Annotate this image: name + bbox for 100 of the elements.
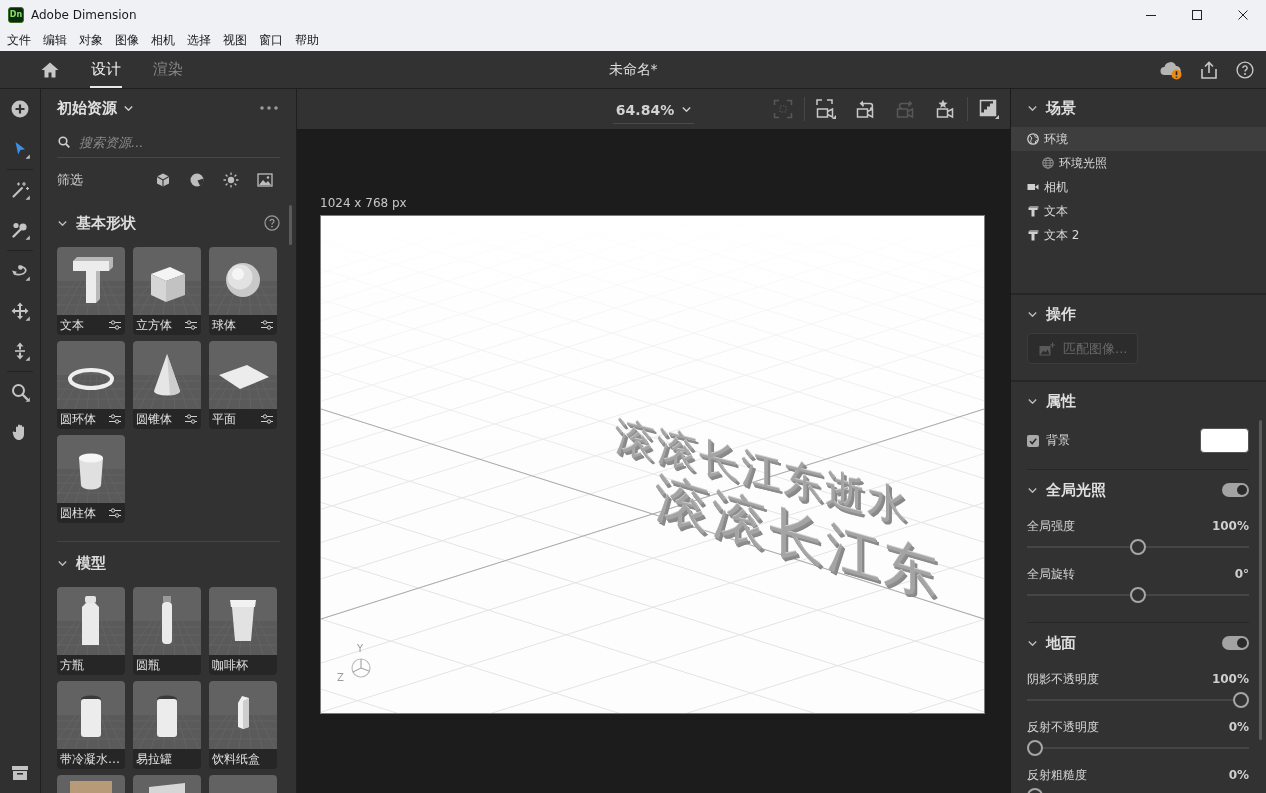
more-icon[interactable] (260, 106, 278, 110)
scrollbar[interactable] (289, 205, 292, 245)
sun-icon[interactable] (223, 172, 239, 188)
image-plus-icon (1039, 341, 1055, 356)
slider-thumb[interactable] (1130, 587, 1146, 603)
carton-thumbnail (209, 681, 277, 749)
tab[interactable]: 渲染 (152, 51, 184, 88)
toggle-switch[interactable] (1222, 483, 1249, 497)
sliders-icon[interactable] (185, 320, 197, 330)
slider-value: 0% (1228, 768, 1249, 782)
canvas-size-label: 1024 x 768 px (320, 196, 407, 210)
asset-label: 平面 (212, 410, 237, 428)
asset-tile[interactable]: 方瓶 (57, 587, 125, 675)
axis-label: Y (357, 644, 364, 654)
render-preview-icon[interactable] (979, 99, 999, 119)
menu-item[interactable]: 对象 (73, 30, 109, 51)
asset-tile[interactable]: 圆柱体 (57, 435, 125, 523)
cylinder-thumbnail (57, 435, 125, 503)
plane-thumbnail (209, 341, 277, 409)
asset-label: 圆瓶 (136, 656, 161, 674)
color-swatch[interactable] (1200, 428, 1249, 453)
sliders-icon[interactable] (185, 414, 197, 424)
cube-icon[interactable] (155, 172, 171, 188)
asset-tile[interactable]: 咖啡杯 (209, 587, 277, 675)
menu-item[interactable]: 编辑 (37, 30, 73, 51)
asset-label: 圆环体 (60, 410, 97, 428)
sliders-icon[interactable] (261, 414, 273, 424)
menu-item[interactable]: 视图 (217, 30, 253, 51)
menu-item[interactable]: 选择 (181, 30, 217, 51)
search-field[interactable]: 搜索资源... (79, 132, 280, 152)
toggle-switch[interactable] (1222, 636, 1249, 650)
checkbox[interactable] (1027, 434, 1039, 447)
slider-value: 100% (1211, 519, 1249, 533)
chevron-icon[interactable] (58, 560, 67, 566)
slider-label: 全局强度 (1027, 517, 1075, 535)
help-icon[interactable] (264, 215, 280, 231)
library-dropdown[interactable]: 初始资源 (57, 98, 133, 118)
globe-icon (1027, 133, 1039, 145)
scene-item[interactable]: 文本 2 (1011, 223, 1266, 247)
cloud-warning-icon[interactable] (1159, 59, 1182, 80)
chevron-icon[interactable] (1028, 311, 1037, 317)
menu-item[interactable]: 图像 (109, 30, 145, 51)
asset-tile[interactable]: 饮料纸盒 (209, 681, 277, 769)
image-icon[interactable] (257, 172, 273, 188)
asset-tile[interactable]: 立方体 (133, 247, 201, 335)
chevron-icon[interactable] (1028, 398, 1037, 404)
camera-frame-icon[interactable] (816, 99, 836, 119)
eyedropper-icon[interactable] (10, 220, 30, 240)
chevron-icon[interactable] (58, 220, 67, 226)
asset-label: 球体 (212, 316, 237, 334)
search-icon (58, 136, 70, 148)
scene-item[interactable]: 相机 (1011, 175, 1266, 199)
maximize-icon (1192, 10, 1202, 20)
asset-tile[interactable]: 球体 (209, 247, 277, 335)
sliders-icon[interactable] (109, 414, 121, 424)
scene-item[interactable]: 环境 (1011, 127, 1266, 151)
slider-thumb[interactable] (1027, 740, 1043, 756)
asset-tile[interactable]: 圆环体 (57, 341, 125, 429)
chevron-down-icon (682, 107, 692, 112)
circle-wedge-icon[interactable] (189, 172, 205, 188)
menu-item[interactable]: 帮助 (289, 30, 325, 51)
sliders-icon[interactable] (261, 320, 273, 330)
tray-icon[interactable] (10, 763, 30, 783)
asset-tile[interactable]: 平面 (209, 341, 277, 429)
zoom-dropdown[interactable]: 64.84% (612, 96, 695, 124)
add-icon[interactable] (10, 99, 30, 119)
zoom-icon[interactable] (10, 382, 30, 402)
asset-tile[interactable]: 圆锥体 (133, 341, 201, 429)
scene-item[interactable]: 文本 (1011, 199, 1266, 223)
asset-label: 带冷凝水… (60, 750, 121, 768)
asset-tile[interactable]: 带冷凝水… (57, 681, 125, 769)
scrollbar[interactable] (1259, 420, 1262, 740)
asset-tile[interactable]: 易拉罐 (133, 681, 201, 769)
menu-item[interactable]: 文件 (1, 30, 37, 51)
menu-item[interactable]: 相机 (145, 30, 181, 51)
magic-wand-icon[interactable] (10, 180, 30, 200)
share-icon[interactable] (1200, 60, 1218, 79)
asset-tile[interactable]: 文本 (57, 247, 125, 335)
slider-value: 0% (1228, 720, 1249, 734)
scene-item[interactable]: 环境光照 (1011, 151, 1266, 175)
can-thumbnail (133, 681, 201, 749)
star-camera-icon[interactable] (936, 99, 956, 119)
chevron-icon[interactable] (1028, 487, 1037, 493)
camera-undo-icon[interactable] (856, 99, 876, 119)
asset-label: 立方体 (136, 316, 173, 334)
menu-item[interactable]: 窗口 (253, 30, 289, 51)
asset-tile[interactable]: 圆瓶 (133, 587, 201, 675)
axis-gizmo-icon (349, 656, 373, 680)
slider-value: 0° (1234, 567, 1249, 581)
asset-label: 饮料纸盒 (212, 750, 261, 768)
chevron-icon[interactable] (1028, 640, 1037, 646)
text-object-icon (1027, 205, 1039, 217)
chevron-icon[interactable] (1028, 105, 1037, 111)
sliders-icon[interactable] (109, 508, 121, 518)
sliders-icon[interactable] (109, 320, 121, 330)
slider-thumb[interactable] (1233, 692, 1249, 708)
section-title: 地面 (1046, 633, 1076, 653)
help-icon[interactable] (1236, 60, 1254, 79)
move-icon[interactable] (10, 301, 30, 321)
slider-thumb[interactable] (1130, 539, 1146, 555)
